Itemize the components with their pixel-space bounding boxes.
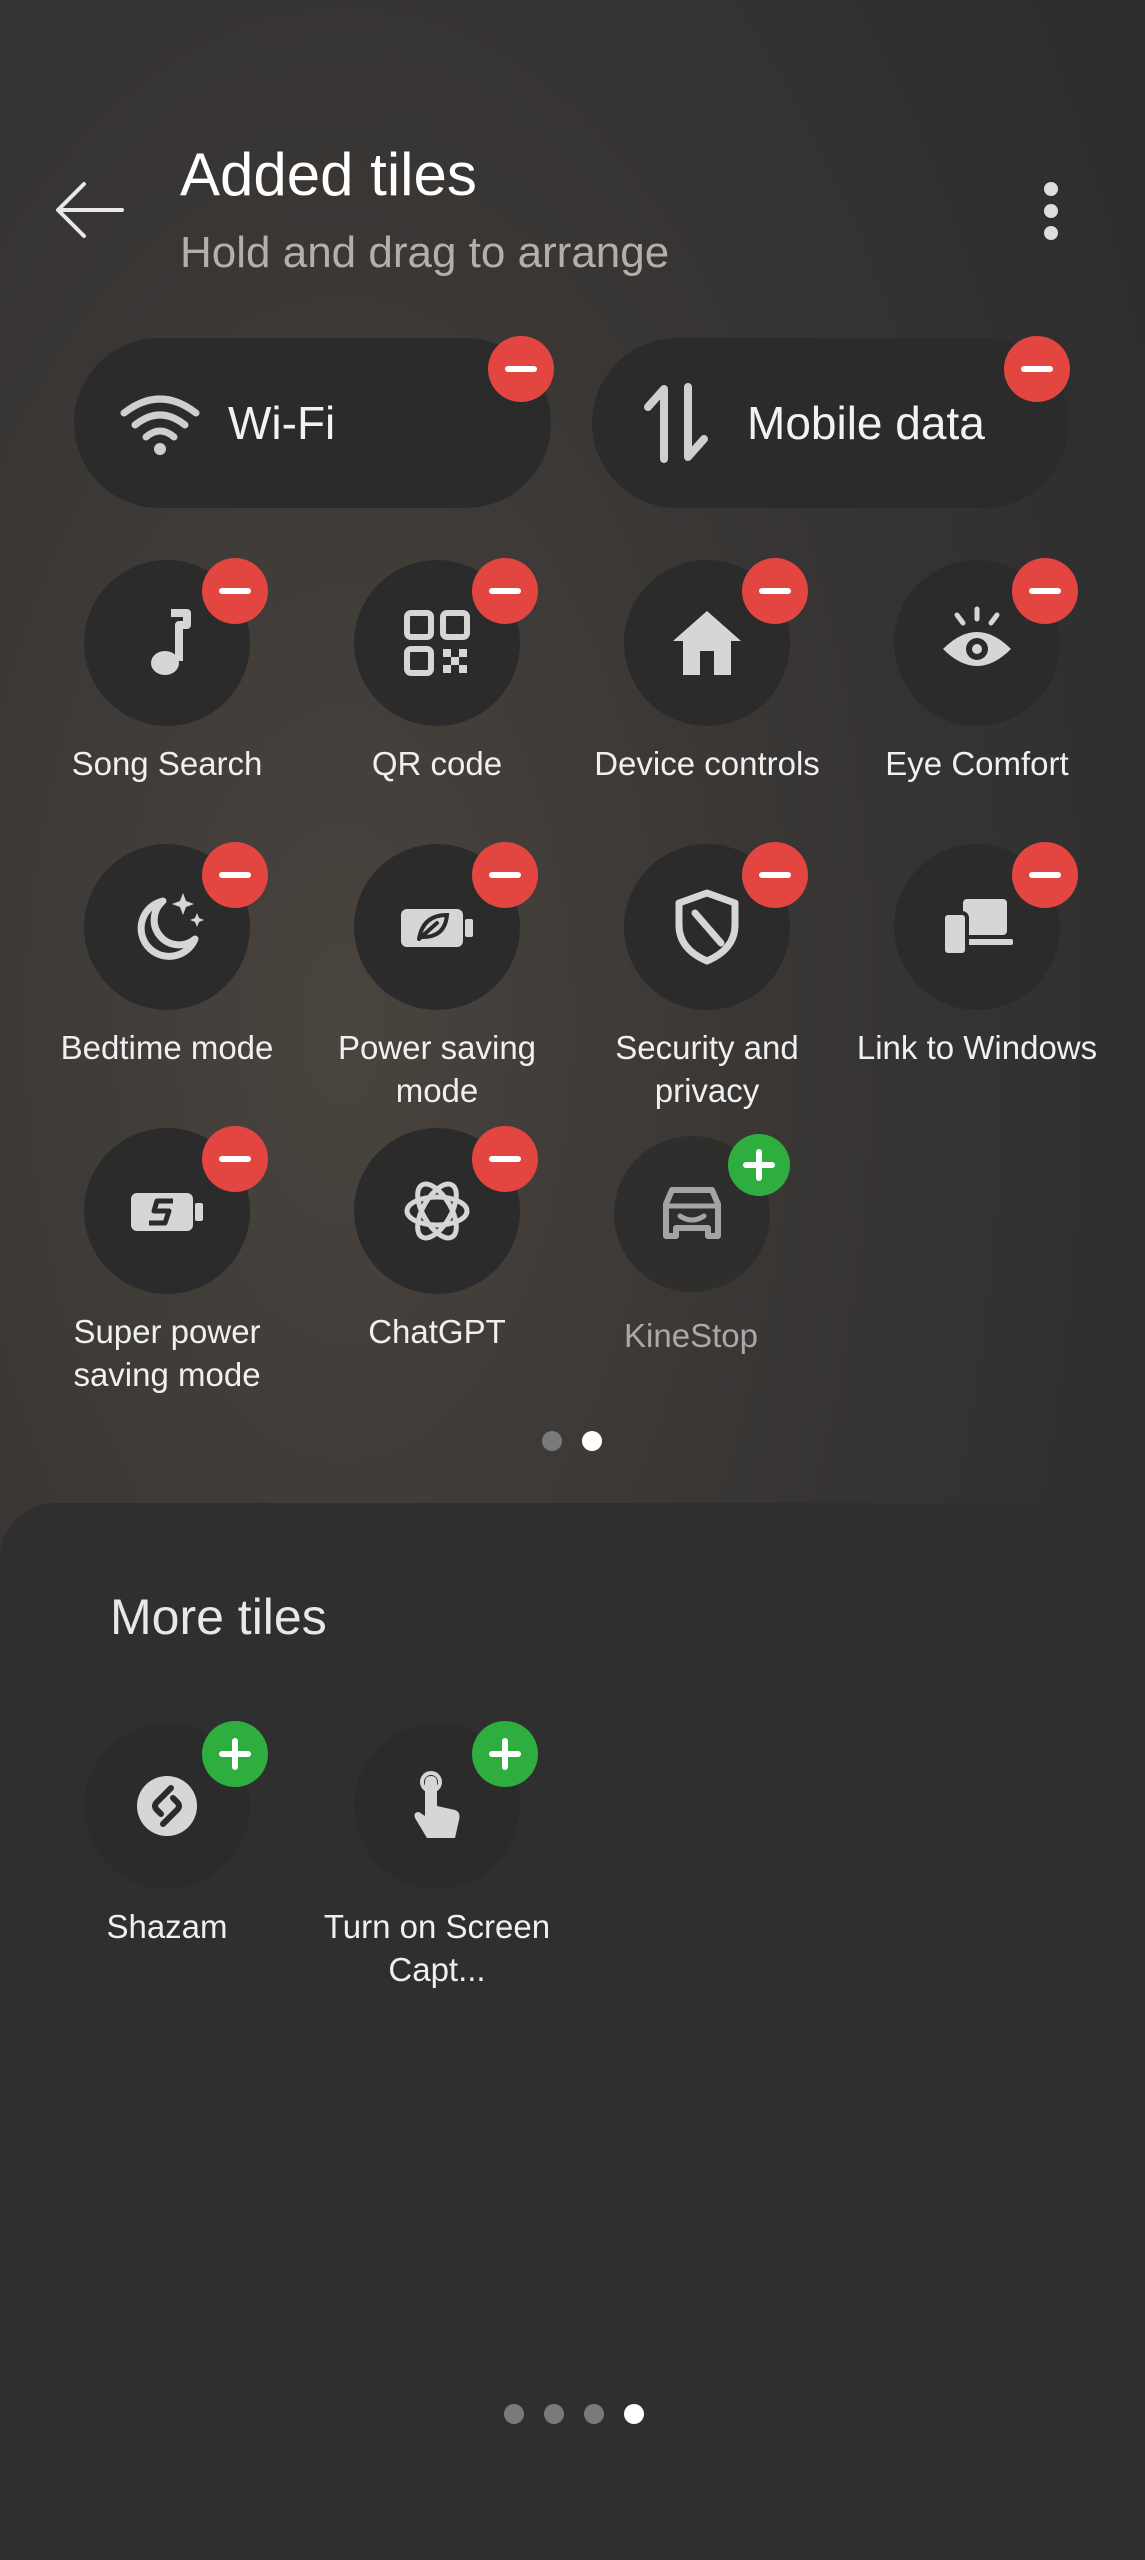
- remove-power-saving-button[interactable]: [472, 842, 538, 908]
- remove-chatgpt-button[interactable]: [472, 1126, 538, 1192]
- pager-dot-active[interactable]: [582, 1431, 602, 1451]
- tile-label: Security and privacy: [615, 1029, 799, 1109]
- tile-label: Bedtime mode: [60, 1029, 274, 1066]
- super-battery-icon: [131, 1193, 203, 1231]
- plus-icon: [489, 1738, 521, 1770]
- chatgpt-icon: [404, 1181, 470, 1241]
- mobile-data-label: Mobile data: [747, 397, 985, 449]
- back-arrow-icon[interactable]: [52, 172, 128, 248]
- more-options-icon[interactable]: [1036, 178, 1072, 244]
- touch-icon: [414, 1771, 460, 1838]
- minus-icon: [1029, 588, 1061, 594]
- tile-label: Super power saving mode: [73, 1313, 261, 1393]
- wifi-tile[interactable]: Wi-Fi: [74, 338, 551, 508]
- remove-bedtime-mode-button[interactable]: [202, 842, 268, 908]
- minus-icon: [489, 588, 521, 594]
- tile-label: Eye Comfort: [885, 745, 1069, 782]
- remove-song-search-button[interactable]: [202, 558, 268, 624]
- remove-eye-comfort-button[interactable]: [1012, 558, 1078, 624]
- pager-dot[interactable]: [544, 2404, 564, 2424]
- minus-icon: [219, 872, 251, 878]
- minus-icon: [489, 872, 521, 878]
- remove-mobile-data-button[interactable]: [1004, 336, 1070, 402]
- music-note-icon: [151, 609, 191, 675]
- mobile-data-tile[interactable]: Mobile data: [592, 338, 1069, 508]
- page-subtitle: Hold and drag to arrange: [180, 228, 670, 277]
- minus-icon: [219, 588, 251, 594]
- tile-label: Device controls: [594, 745, 820, 782]
- added-tiles-pager: [542, 1431, 602, 1451]
- remove-device-controls-button[interactable]: [742, 558, 808, 624]
- mobile-data-icon: [644, 383, 708, 463]
- moon-icon: [137, 893, 204, 960]
- tile-label: QR code: [371, 745, 503, 782]
- wifi-label: Wi-Fi: [228, 397, 336, 449]
- add-shazam-button[interactable]: [202, 1721, 268, 1787]
- more-tiles-panel: [0, 1503, 1145, 2560]
- remove-link-to-windows-button[interactable]: [1012, 842, 1078, 908]
- tile-label: Turn on Screen Capt...: [323, 1908, 551, 1988]
- pager-dot-active[interactable]: [624, 2404, 644, 2424]
- remove-qr-code-button[interactable]: [472, 558, 538, 624]
- remove-security-button[interactable]: [742, 842, 808, 908]
- plus-icon: [743, 1149, 775, 1181]
- remove-super-power-saving-button[interactable]: [202, 1126, 268, 1192]
- minus-icon: [1021, 366, 1053, 372]
- home-icon: [673, 611, 741, 675]
- bottom-pager: [504, 2404, 644, 2424]
- more-tiles-title: More tiles: [110, 1589, 327, 1645]
- pager-dot[interactable]: [584, 2404, 604, 2424]
- tile-label: Power saving mode: [337, 1029, 537, 1109]
- minus-icon: [1029, 872, 1061, 878]
- tile-label: Song Search: [71, 745, 263, 782]
- minus-icon: [759, 588, 791, 594]
- remove-wifi-button[interactable]: [488, 336, 554, 402]
- car-icon: [663, 1187, 721, 1239]
- page-title: Added tiles: [180, 141, 477, 208]
- shazam-icon: [137, 1776, 197, 1836]
- qr-code-icon: [404, 610, 470, 676]
- plus-icon: [219, 1738, 251, 1770]
- pager-dot[interactable]: [542, 1431, 562, 1451]
- devices-icon: [941, 899, 1013, 957]
- shield-icon: [675, 889, 739, 965]
- tile-label: KineStop: [624, 1317, 758, 1354]
- eye-icon: [943, 606, 1011, 666]
- minus-icon: [219, 1156, 251, 1162]
- minus-icon: [489, 1156, 521, 1162]
- pager-dot[interactable]: [504, 2404, 524, 2424]
- wifi-icon: [120, 395, 200, 455]
- tile-label: ChatGPT: [368, 1313, 506, 1350]
- add-screen-capture-button[interactable]: [472, 1721, 538, 1787]
- tile-label: Shazam: [106, 1908, 228, 1945]
- battery-leaf-icon: [401, 909, 473, 947]
- minus-icon: [505, 366, 537, 372]
- add-kinestop-button[interactable]: [728, 1134, 790, 1196]
- tile-label: Link to Windows: [856, 1029, 1098, 1066]
- minus-icon: [759, 872, 791, 878]
